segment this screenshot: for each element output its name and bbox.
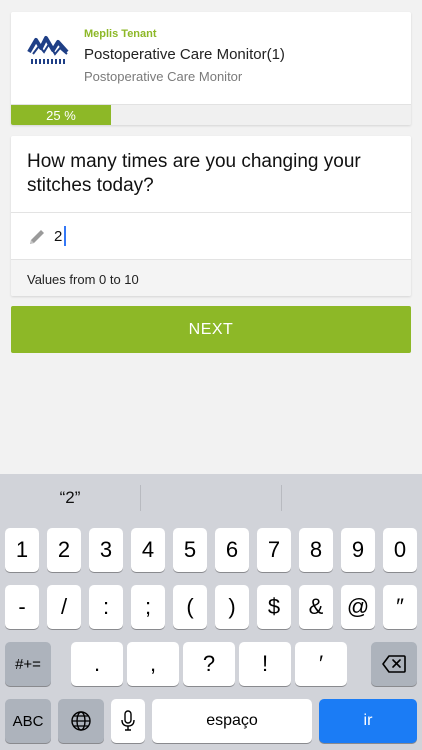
key-ampersand[interactable]: & [299, 585, 333, 629]
progress-fill: 25 % [11, 105, 111, 125]
key-dollar[interactable]: $ [257, 585, 291, 629]
key-colon[interactable]: : [89, 585, 123, 629]
symbols-key[interactable]: #+= [5, 642, 51, 686]
question-card: How many times are you changing your sti… [11, 136, 411, 296]
microphone-key[interactable] [111, 699, 145, 743]
key-4[interactable]: 4 [131, 528, 165, 572]
key-question[interactable]: ? [183, 642, 235, 686]
pencil-icon [27, 227, 47, 247]
backspace-icon [382, 655, 406, 673]
answer-input[interactable] [54, 225, 354, 247]
key-0[interactable]: 0 [383, 528, 417, 572]
key-slash[interactable]: / [47, 585, 81, 629]
space-key[interactable]: espaço [152, 699, 312, 743]
key-3[interactable]: 3 [89, 528, 123, 572]
key-1[interactable]: 1 [5, 528, 39, 572]
suggestion-item[interactable]: “2” [0, 474, 140, 522]
progress-bar: 25 % [11, 104, 411, 125]
screen: Meplis Tenant Postoperative Care Monitor… [0, 0, 422, 750]
survey-subtitle: Postoperative Care Monitor [84, 69, 243, 84]
key-semicolon[interactable]: ; [131, 585, 165, 629]
key-7[interactable]: 7 [257, 528, 291, 572]
suggestion-bar: “2” [0, 474, 422, 522]
text-cursor [64, 226, 66, 246]
suggestion-empty[interactable] [141, 474, 281, 522]
key-exclamation[interactable]: ! [239, 642, 291, 686]
key-prime[interactable]: ′ [295, 642, 347, 686]
key-period[interactable]: . [71, 642, 123, 686]
tenant-name: Meplis Tenant [84, 28, 157, 40]
backspace-key[interactable] [371, 642, 417, 686]
key-8[interactable]: 8 [299, 528, 333, 572]
key-6[interactable]: 6 [215, 528, 249, 572]
hint-row: Values from 0 to 10 [11, 259, 411, 296]
key-close-paren[interactable]: ) [215, 585, 249, 629]
key-at[interactable]: @ [341, 585, 375, 629]
key-hyphen[interactable]: - [5, 585, 39, 629]
suggestion-empty[interactable] [282, 474, 422, 522]
survey-title: Postoperative Care Monitor(1) [84, 46, 285, 63]
progress-label: 25 % [46, 107, 76, 123]
key-comma[interactable]: , [127, 642, 179, 686]
meplis-logo [27, 34, 71, 66]
key-double-prime[interactable]: ″ [383, 585, 417, 629]
keyboard: “2” 1 2 3 4 5 6 7 8 9 0 - / : ; ( ) $ & … [0, 474, 422, 750]
key-2[interactable]: 2 [47, 528, 81, 572]
question-text: How many times are you changing your sti… [27, 151, 361, 196]
key-9[interactable]: 9 [341, 528, 375, 572]
key-open-paren[interactable]: ( [173, 585, 207, 629]
abc-key[interactable]: ABC [5, 699, 51, 743]
microphone-icon [120, 710, 136, 732]
next-button[interactable]: NEXT [11, 306, 411, 353]
globe-icon [70, 710, 92, 732]
key-5[interactable]: 5 [173, 528, 207, 572]
answer-row [11, 212, 411, 259]
globe-key[interactable] [58, 699, 104, 743]
return-key[interactable]: ir [319, 699, 417, 743]
survey-header-card: Meplis Tenant Postoperative Care Monitor… [11, 12, 411, 125]
value-range-hint: Values from 0 to 10 [27, 272, 139, 287]
